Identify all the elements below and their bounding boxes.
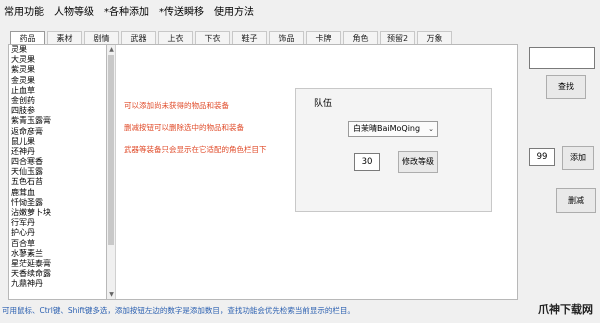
character-select-value: 白茉晴BaiMoQing — [353, 124, 421, 133]
hint-texts: 可以添加尚未获得的物品和装备 删减按钮可以删除选中的物品和装备 武器等装备只会显… — [124, 100, 267, 166]
list-item[interactable]: 止血草 — [9, 86, 106, 96]
hint-add-unobtained: 可以添加尚未获得的物品和装备 — [124, 101, 229, 110]
list-item[interactable]: 百合草 — [9, 239, 106, 249]
add-button[interactable]: 添加 — [562, 146, 594, 170]
list-item[interactable]: 鹿茸血 — [9, 188, 106, 198]
hint-delete-selected: 删减按钮可以删除选中的物品和装备 — [124, 123, 244, 132]
tab-weapons[interactable]: 武器 — [121, 31, 156, 45]
hint-weapon-display: 武器等装备只会显示在它适配的角色栏目下 — [124, 145, 267, 154]
menu-common-functions[interactable]: 常用功能 — [4, 3, 44, 18]
tab-characters[interactable]: 角色 — [343, 31, 378, 45]
list-item[interactable]: 星茫延泰膏 — [9, 259, 106, 269]
menu-teleport[interactable]: *传送瞬移 — [159, 3, 204, 18]
delete-button[interactable]: 删减 — [556, 188, 596, 213]
list-item[interactable]: 四肢参 — [9, 106, 106, 116]
scroll-thumb[interactable] — [108, 55, 114, 245]
search-button[interactable]: 查找 — [546, 75, 586, 99]
menu-character-level[interactable]: 人物等级 — [54, 3, 94, 18]
list-item[interactable]: 天香续命露 — [9, 269, 106, 279]
tab-materials[interactable]: 素材 — [47, 31, 82, 45]
menu-bar: 常用功能 人物等级 *各种添加 *传送瞬移 使用方法 — [0, 0, 600, 20]
tab-accessories[interactable]: 饰品 — [269, 31, 304, 45]
menu-usage[interactable]: 使用方法 — [214, 3, 254, 18]
status-hint: 可用鼠标、Ctrl键、Shift键多选，添加按钮左边的数字是添加数目，查找功能会… — [2, 306, 355, 315]
list-item[interactable]: 还神丹 — [9, 147, 106, 157]
tab-bottoms[interactable]: 下衣 — [195, 31, 230, 45]
team-group: 队伍 白茉晴BaiMoQing ⌄ 30 修改等级 — [295, 88, 492, 212]
item-list-scrollbar[interactable]: ▲ ▼ — [107, 45, 116, 299]
tab-wanxiang[interactable]: 万象 — [417, 31, 452, 45]
list-item[interactable]: 金创药 — [9, 96, 106, 106]
list-item[interactable]: 鼠儿果 — [9, 137, 106, 147]
character-select[interactable]: 白茉晴BaiMoQing ⌄ — [348, 121, 438, 137]
scroll-down-arrow-icon[interactable]: ▼ — [107, 290, 116, 299]
category-tabs: 药品 素材 剧情 武器 上衣 下衣 鞋子 饰品 卡牌 角色 预留2 万象 — [10, 31, 454, 46]
item-list[interactable]: 灵果 大灵果 紫灵果 金灵果 止血草 金创药 四肢参 紫青玉露膏 返命彦膏 鼠儿… — [9, 45, 107, 299]
tab-cards[interactable]: 卡牌 — [306, 31, 341, 45]
tab-shoes[interactable]: 鞋子 — [232, 31, 267, 45]
list-item[interactable]: 护心丹 — [9, 228, 106, 238]
list-item[interactable]: 紫灵果 — [9, 65, 106, 75]
list-item[interactable]: 五色石苔 — [9, 177, 106, 187]
list-item[interactable]: 四合寒香 — [9, 157, 106, 167]
list-item[interactable]: 行军丹 — [9, 218, 106, 228]
tab-tops[interactable]: 上衣 — [158, 31, 193, 45]
modify-level-button[interactable]: 修改等级 — [398, 151, 438, 173]
list-item[interactable]: 九鼎神丹 — [9, 279, 106, 289]
watermark: 爪神下载网 — [538, 303, 593, 316]
tab-reserved2[interactable]: 预留2 — [380, 31, 415, 45]
team-title: 队伍 — [314, 99, 333, 109]
quantity-input[interactable]: 99 — [529, 148, 555, 166]
list-item[interactable]: 紫青玉露膏 — [9, 116, 106, 126]
tab-story[interactable]: 剧情 — [84, 31, 119, 45]
list-item[interactable]: 天仙玉露 — [9, 167, 106, 177]
level-input[interactable]: 30 — [354, 153, 380, 171]
list-item[interactable]: 沾嫩萝卜块 — [9, 208, 106, 218]
scroll-up-arrow-icon[interactable]: ▲ — [107, 45, 116, 54]
list-item[interactable]: 灵果 — [9, 45, 106, 55]
list-item[interactable]: 大灵果 — [9, 55, 106, 65]
chevron-down-icon: ⌄ — [428, 125, 434, 133]
list-item[interactable]: 金灵果 — [9, 76, 106, 86]
list-item[interactable]: 返命彦膏 — [9, 127, 106, 137]
list-item[interactable]: 水蓼素兰 — [9, 249, 106, 259]
menu-various-add[interactable]: *各种添加 — [104, 3, 149, 18]
list-item[interactable]: 忏恸圣露 — [9, 198, 106, 208]
search-input[interactable] — [529, 47, 595, 69]
